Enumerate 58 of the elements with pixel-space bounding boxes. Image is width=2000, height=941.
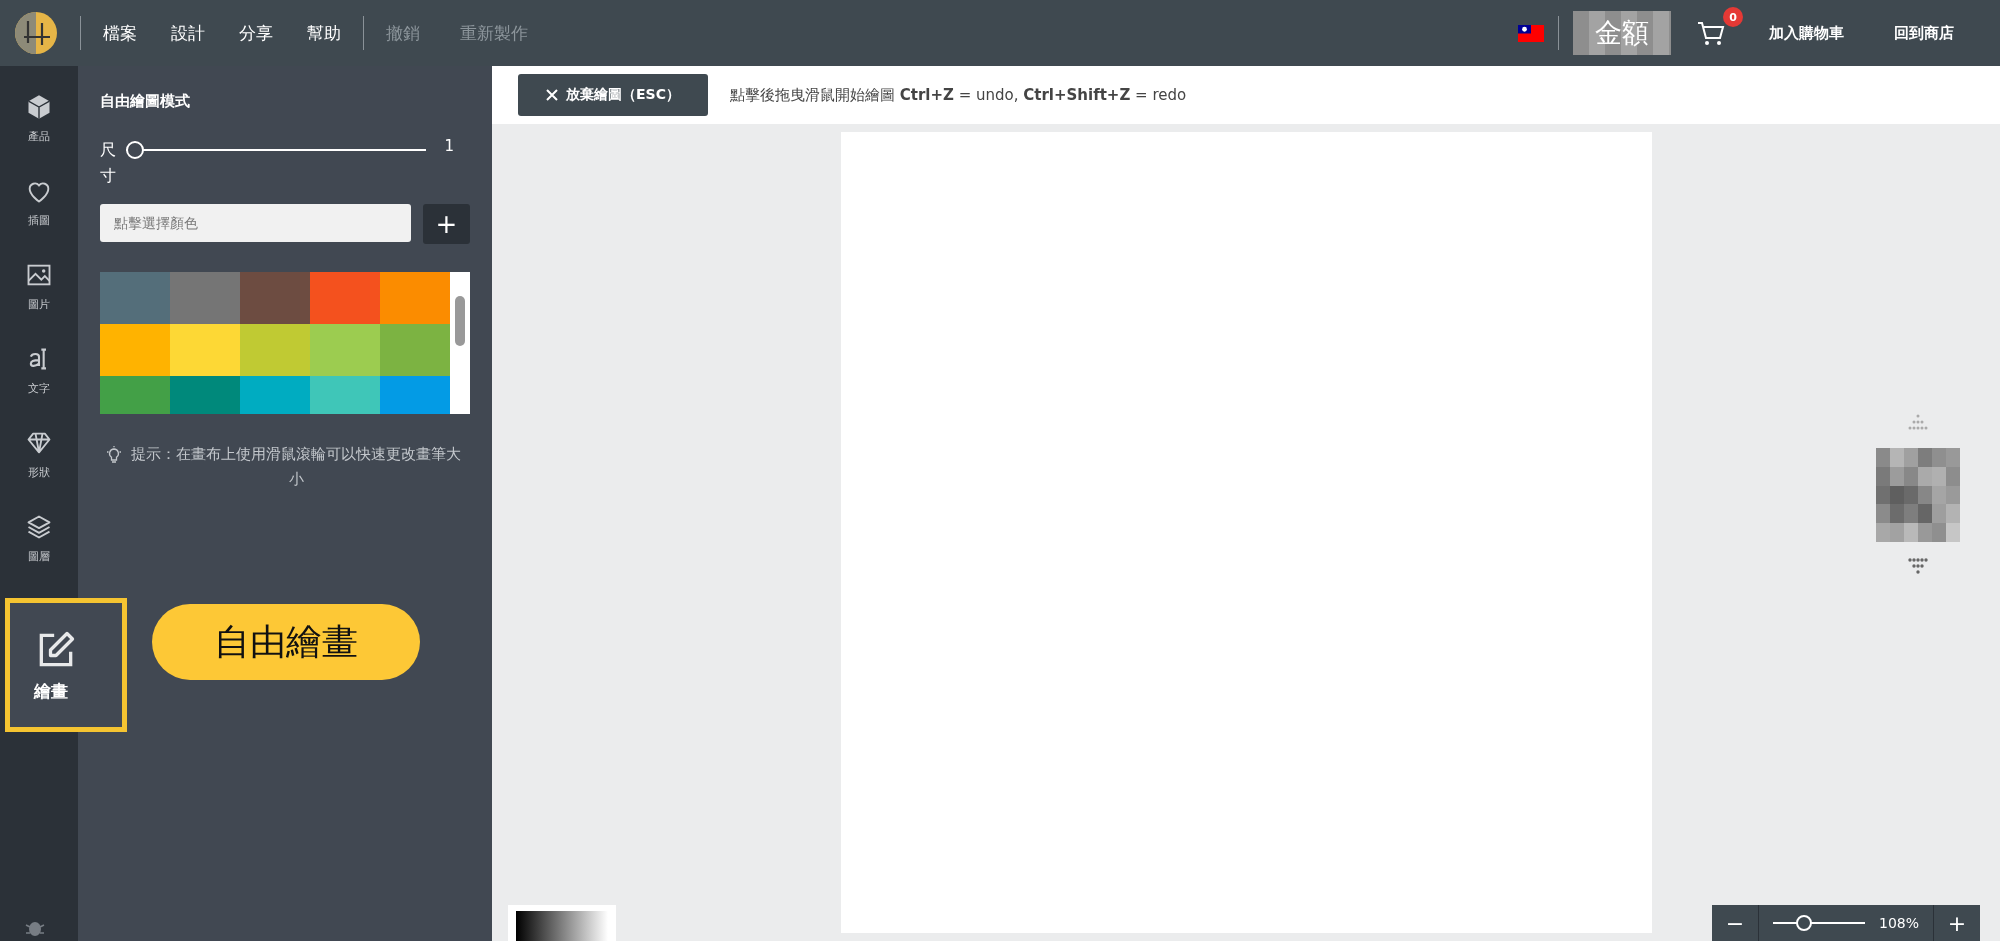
size-label: 尺寸 xyxy=(100,139,116,187)
callout-label: 自由繪畫 xyxy=(152,604,420,680)
sidebar-item[interactable]: 形狀 xyxy=(0,412,78,496)
color-swatch[interactable] xyxy=(100,272,170,325)
sidebar-label: 圖片 xyxy=(28,296,50,312)
add-to-cart-link[interactable]: 加入購物車 xyxy=(1769,23,1844,43)
hint-text: 提示：在畫布上使用滑鼠滾輪可以快速更改畫筆大小 xyxy=(130,444,462,490)
menu-item[interactable]: 檔案 xyxy=(103,21,137,45)
page-thumbnail[interactable] xyxy=(1876,448,1960,542)
color-swatch[interactable] xyxy=(380,272,450,325)
sidebar-item[interactable]: 圖片 xyxy=(0,244,78,328)
zoom-in-button[interactable]: + xyxy=(1934,905,1980,941)
instruction-text: 點擊後拖曳滑鼠開始繪圖 Ctrl+Z = undo, Ctrl+Shift+Z = redo xyxy=(729,85,1187,105)
gradient-thumbnail[interactable] xyxy=(508,905,616,941)
discard-drawing-button[interactable]: 放棄繪圖（ESC） xyxy=(518,74,708,116)
color-swatch[interactable] xyxy=(240,376,310,415)
panel-title: 自由繪圖模式 xyxy=(100,92,191,111)
logo-icon[interactable] xyxy=(14,11,58,55)
color-swatch[interactable] xyxy=(380,376,450,415)
color-swatch[interactable] xyxy=(240,324,310,377)
sidebar-item[interactable]: 插圖 xyxy=(0,160,78,244)
lightbulb-icon xyxy=(106,446,122,465)
sidebar-label: 文字 xyxy=(28,380,50,396)
palette-scrollbar[interactable] xyxy=(450,272,470,415)
sidebar-item[interactable]: 圖層 xyxy=(0,496,78,580)
sidebar-label: 產品 xyxy=(28,128,50,144)
color-swatch[interactable] xyxy=(170,272,240,325)
sidebar-item[interactable]: 產品 xyxy=(0,76,78,160)
cart-count-badge: 0 xyxy=(1723,7,1743,27)
add-color-button[interactable]: + xyxy=(423,204,470,245)
sidebar-item[interactable]: 文字 xyxy=(0,328,78,412)
size-value: 1 xyxy=(444,137,454,155)
menu-item[interactable]: 分享 xyxy=(239,21,273,45)
slider-thumb[interactable] xyxy=(126,141,144,159)
amount-display: 金額 xyxy=(1573,11,1671,55)
color-swatch[interactable] xyxy=(170,376,240,415)
zoom-value: 108% xyxy=(1879,915,1921,931)
color-swatch[interactable] xyxy=(310,376,380,415)
menu-item[interactable]: 幫助 xyxy=(307,21,341,45)
sidebar-label: 圖層 xyxy=(28,548,50,564)
menu-item[interactable]: 設計 xyxy=(171,21,205,45)
color-swatch[interactable] xyxy=(100,324,170,377)
slider-thumb[interactable] xyxy=(1795,915,1812,931)
color-swatch[interactable] xyxy=(310,324,380,377)
sidebar-item[interactable]: 繪畫 xyxy=(5,598,127,732)
close-icon xyxy=(546,89,558,101)
flag-icon[interactable] xyxy=(1518,24,1544,42)
zoom-out-button[interactable]: − xyxy=(1712,905,1758,941)
sidebar-label: 形狀 xyxy=(28,464,50,480)
color-swatch[interactable] xyxy=(240,272,310,325)
color-input-field[interactable]: 點擊選擇顏色 xyxy=(100,204,411,243)
color-swatch[interactable] xyxy=(100,376,170,415)
sidebar-label: 繪畫 xyxy=(34,679,68,703)
color-swatch[interactable] xyxy=(380,324,450,377)
back-to-shop-link[interactable]: 回到商店 xyxy=(1894,23,1954,43)
sidebar-label: 插圖 xyxy=(28,212,50,228)
color-swatch[interactable] xyxy=(310,272,380,325)
color-swatch[interactable] xyxy=(170,324,240,377)
